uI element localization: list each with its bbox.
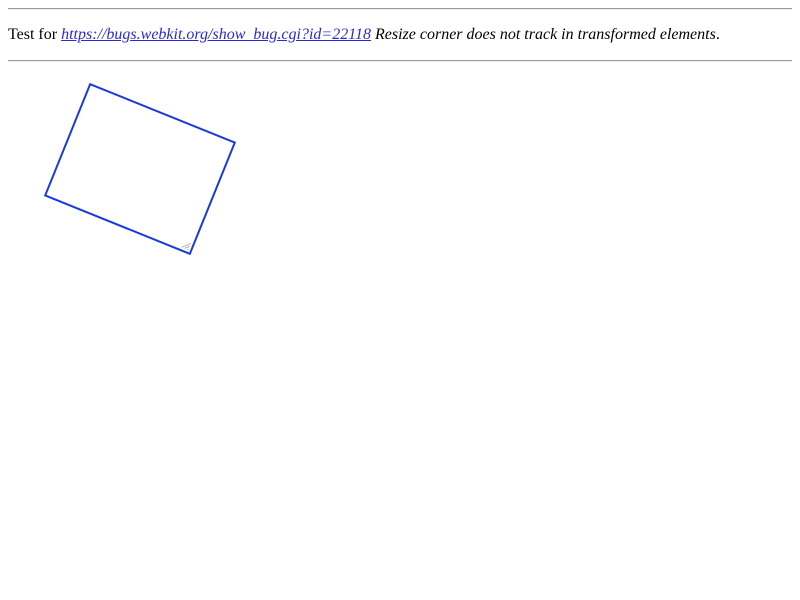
intro-text: Test for xyxy=(8,26,58,43)
transformed-resizable-box[interactable] xyxy=(43,82,237,256)
test-description: Test for https://bugs.webkit.org/show_bu… xyxy=(8,26,720,43)
bug-description: Resize corner does not track in transfor… xyxy=(375,26,716,43)
resize-corner-icon[interactable] xyxy=(179,238,192,251)
bottom-divider xyxy=(8,60,792,62)
bug-link[interactable]: https://bugs.webkit.org/show_bug.cgi?id=… xyxy=(61,26,371,43)
top-divider xyxy=(8,8,792,10)
